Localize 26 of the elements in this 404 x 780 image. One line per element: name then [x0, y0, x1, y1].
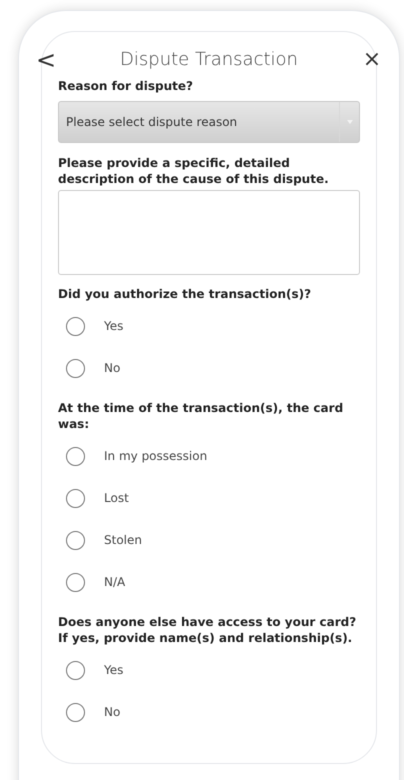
radio-button[interactable] — [66, 446, 85, 466]
radio-button[interactable] — [66, 572, 85, 592]
back-button[interactable]: < — [36, 48, 56, 72]
option-label: In my possession — [104, 448, 208, 465]
radio-button[interactable] — [66, 488, 85, 508]
field-label: Reason for dispute? — [58, 78, 194, 95]
radio-button[interactable] — [66, 530, 85, 550]
radio-button[interactable] — [66, 316, 85, 336]
radio-button[interactable] — [66, 702, 85, 722]
option-label: Lost — [104, 490, 129, 507]
question-label: Did you authorize the transaction(s)? — [58, 286, 312, 302]
option-label: No — [104, 704, 120, 721]
option-label: N/A — [104, 574, 126, 591]
radio-button[interactable] — [66, 660, 85, 680]
dispute-reason-dropdown[interactable]: Please select dispute reason — [58, 101, 360, 143]
option-label: No — [104, 360, 120, 377]
option-label: Yes — [104, 662, 124, 679]
question-label: At the time of the transaction(s), the card was: — [58, 400, 344, 432]
option-label: Stolen — [104, 532, 142, 549]
question-label: Does anyone else have access to your card? If yes, provide name(s) and relationship(s). — [58, 614, 358, 646]
description-field[interactable] — [58, 190, 360, 275]
option-label: Yes — [104, 318, 124, 335]
close-button[interactable]: × — [362, 48, 382, 70]
field-label: Please provide a specific, detailed description of the cause of this dispute. — [58, 155, 330, 187]
page-title: Dispute Transaction — [120, 48, 298, 72]
radio-button[interactable] — [66, 358, 85, 378]
